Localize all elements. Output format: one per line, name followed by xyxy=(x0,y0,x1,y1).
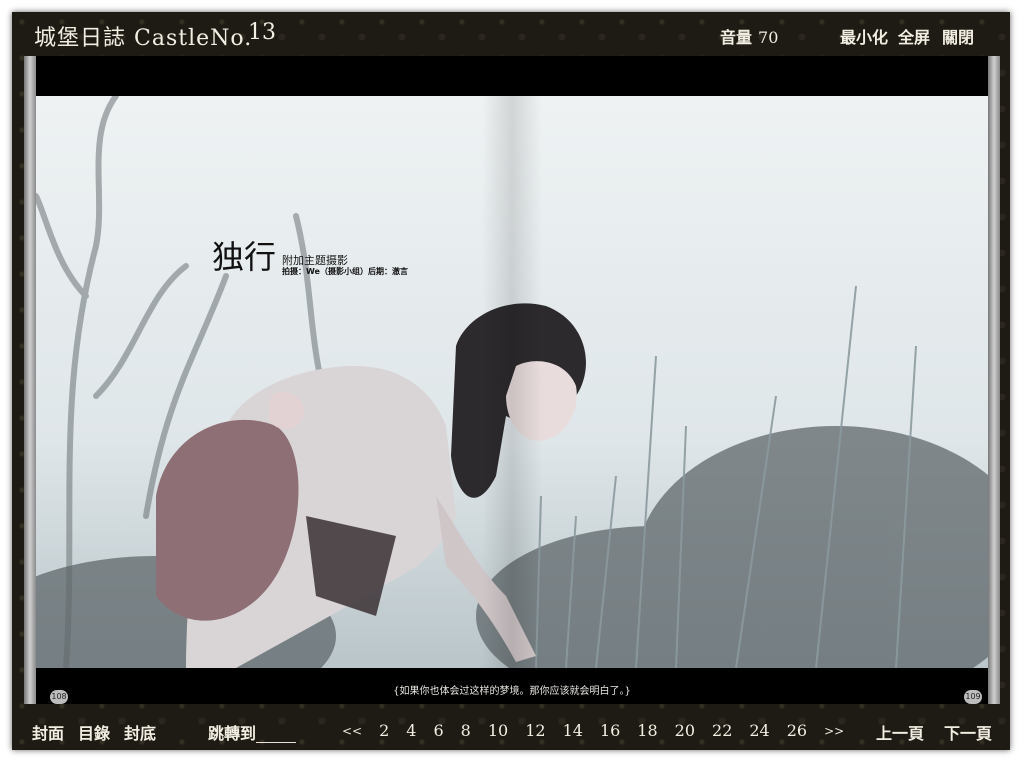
pager-next-arrow[interactable]: >> xyxy=(824,724,844,740)
right-page-number: 109 xyxy=(964,690,982,704)
issue-number: 13 xyxy=(248,20,276,45)
volume-control[interactable]: 音量 70 xyxy=(720,24,778,48)
volume-value: 70 xyxy=(758,28,779,47)
cover-button[interactable]: 封面 xyxy=(32,720,64,744)
pager-page-link[interactable]: 20 xyxy=(675,721,695,740)
article-title: 独行 xyxy=(212,238,277,276)
article-headline: 独行 附加主题摄影 拍摄：We（摄影小组）后期：澈言 xyxy=(212,232,408,278)
left-page-edge xyxy=(24,56,36,704)
back-cover-button[interactable]: 封底 xyxy=(124,720,156,744)
pager-page-link[interactable]: 14 xyxy=(563,721,583,740)
photo-credit: 拍摄：We（摄影小组）后期：澈言 xyxy=(282,267,408,276)
pager-page-link[interactable]: 6 xyxy=(433,721,443,740)
pager-page-link[interactable]: 16 xyxy=(600,721,620,740)
left-page-number: 108 xyxy=(50,690,68,704)
close-button[interactable]: 關閉 xyxy=(942,24,974,48)
next-page-button[interactable]: 下一頁 xyxy=(944,720,992,744)
page-caption: {如果你也体会过这样的梦境。那你应该就会明白了。} xyxy=(393,686,631,697)
pager-page-link[interactable]: 26 xyxy=(787,721,807,740)
pager-page-link[interactable]: 8 xyxy=(461,721,471,740)
pager-page-link[interactable]: 10 xyxy=(488,721,508,740)
prev-page-button[interactable]: 上一頁 xyxy=(876,720,924,744)
jump-page-input[interactable] xyxy=(256,720,296,743)
pager-page-link[interactable]: 2 xyxy=(379,721,389,740)
pager-page-link[interactable]: 12 xyxy=(525,721,545,740)
reader-window: 城堡日誌 CastleNo. 13 音量 70 最小化 全屏 關閉 独行 附加主… xyxy=(12,12,1010,750)
title-bar[interactable]: 城堡日誌 CastleNo. 13 音量 70 最小化 全屏 關閉 xyxy=(12,12,1010,56)
navigation-bar: 封面 目錄 封底 跳轉到 << 2 4 6 8 10 12 14 16 18 2… xyxy=(12,712,1010,750)
volume-label: 音量 xyxy=(720,28,753,47)
page-pager: << 2 4 6 8 10 12 14 16 18 20 22 24 26 >> xyxy=(342,721,861,740)
pager-prev-arrow[interactable]: << xyxy=(342,724,362,740)
app-title: 城堡日誌 CastleNo. xyxy=(34,26,253,51)
minimize-button[interactable]: 最小化 xyxy=(840,24,888,48)
spread-photo: 独行 附加主题摄影 拍摄：We（摄影小组）后期：澈言 xyxy=(36,96,988,668)
pager-page-link[interactable]: 18 xyxy=(637,721,657,740)
pager-page-link[interactable]: 4 xyxy=(406,721,416,740)
magazine-spread: 独行 附加主题摄影 拍摄：We（摄影小组）后期：澈言 {如果你也体会过这样的梦境… xyxy=(24,56,1000,704)
pager-page-link[interactable]: 22 xyxy=(712,721,732,740)
right-page-edge xyxy=(988,56,1000,704)
fullscreen-button[interactable]: 全屏 xyxy=(898,24,930,48)
contents-button[interactable]: 目錄 xyxy=(78,720,110,744)
photo-illustration xyxy=(36,96,988,668)
jump-label: 跳轉到 xyxy=(208,724,257,743)
pager-page-link[interactable]: 24 xyxy=(749,721,769,740)
